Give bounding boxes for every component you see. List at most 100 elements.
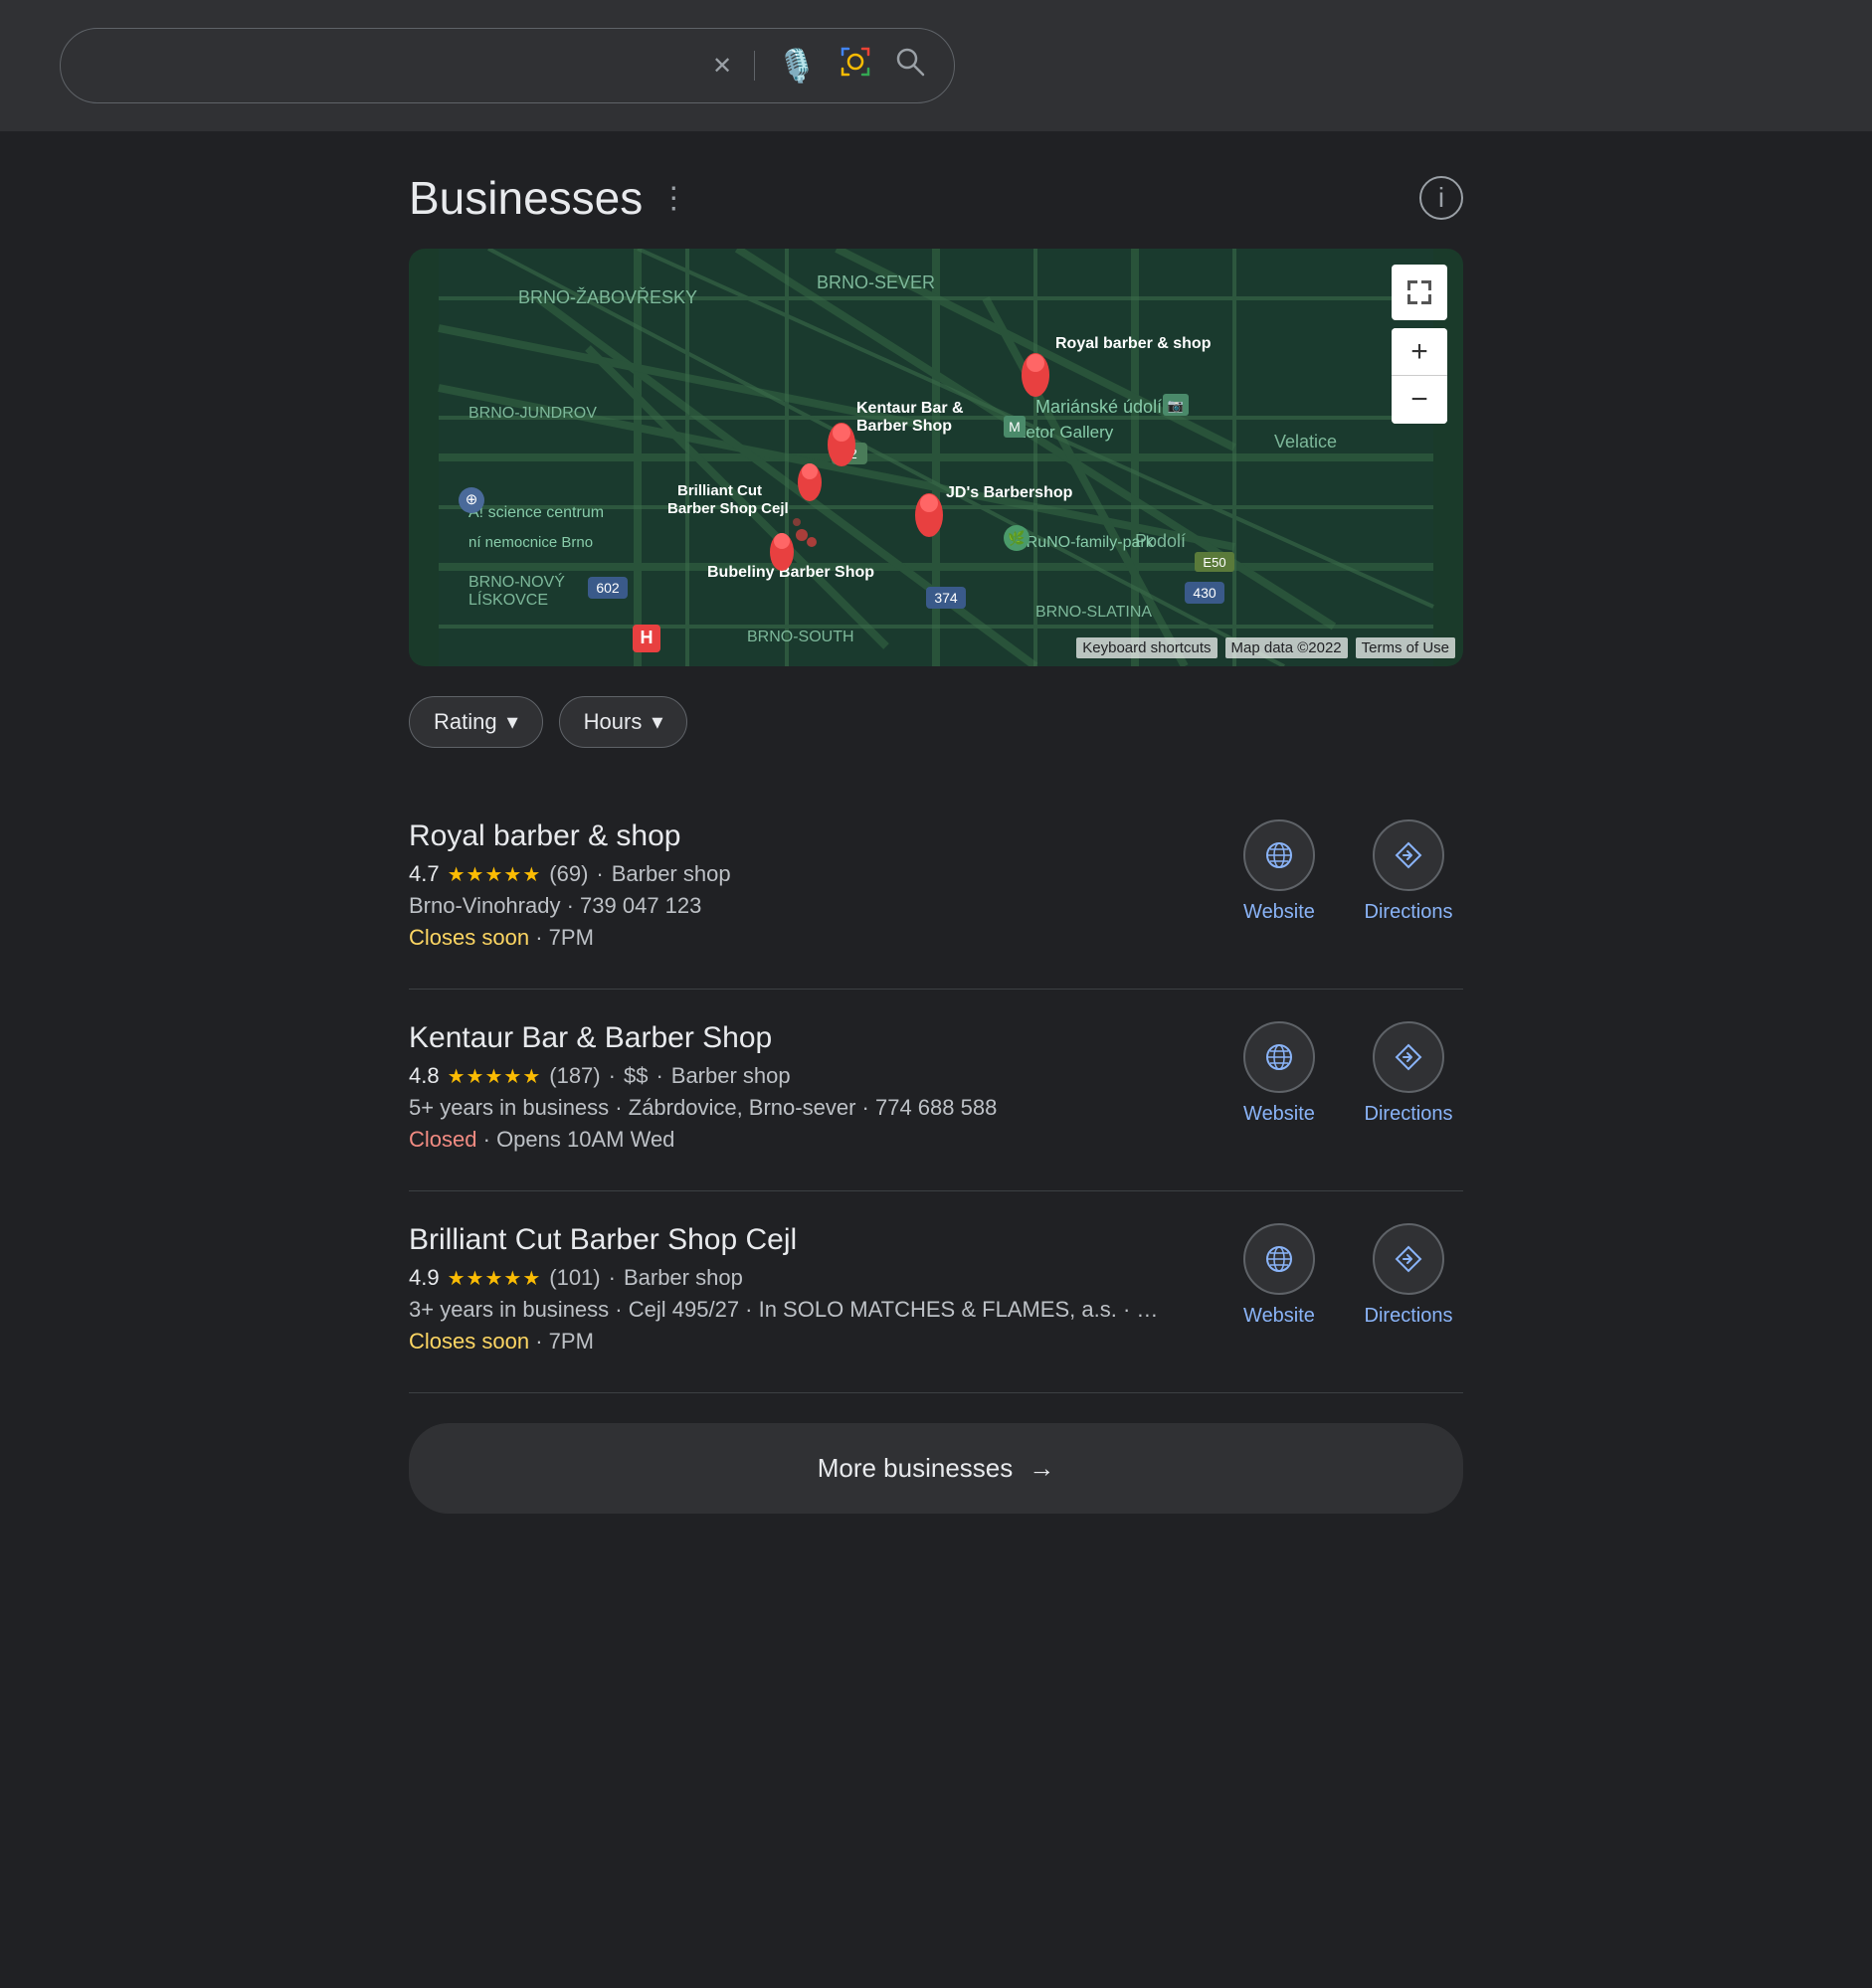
dot-separator: ·	[596, 861, 603, 887]
info-button[interactable]: i	[1419, 176, 1463, 220]
svg-text:BRNO-SEVER: BRNO-SEVER	[817, 272, 935, 292]
svg-text:374: 374	[934, 590, 958, 606]
business-details: 5+ years in business · Zábrdovice, Brno-…	[409, 1095, 1185, 1121]
rating-dropdown-icon: ▾	[507, 709, 518, 735]
website-icon-circle	[1243, 1021, 1315, 1093]
directions-button[interactable]: Directions	[1354, 1021, 1463, 1126]
rating-row: 4.7 ★★★★★ (69) · Barber shop	[409, 861, 1185, 887]
svg-text:BRNO-ŽABOVŘESKY: BRNO-ŽABOVŘESKY	[518, 287, 697, 307]
search-input[interactable]: barbershop	[89, 50, 692, 82]
main-content: Businesses ⋮ i	[409, 131, 1463, 1553]
zoom-in-button[interactable]: +	[1392, 328, 1447, 376]
clear-button[interactable]: ✕	[712, 52, 732, 81]
terms-of-use[interactable]: Terms of Use	[1356, 637, 1455, 658]
hours-filter-label: Hours	[584, 709, 643, 735]
website-icon-circle	[1243, 1223, 1315, 1295]
map-data: Map data ©2022	[1225, 637, 1348, 658]
website-button[interactable]: Website	[1224, 819, 1334, 924]
dot-sep: ·	[567, 893, 580, 918]
hours-text: 7PM	[549, 925, 594, 950]
map-controls: + −	[1392, 265, 1447, 424]
review-count: (101)	[549, 1265, 600, 1291]
directions-button[interactable]: Directions	[1354, 819, 1463, 924]
search-icon	[894, 46, 926, 86]
business-item: Brilliant Cut Barber Shop Cejl 4.9 ★★★★★…	[409, 1191, 1463, 1393]
website-button[interactable]: Website	[1224, 1223, 1334, 1328]
filter-row: Rating ▾ Hours ▾	[409, 696, 1463, 748]
directions-label: Directions	[1365, 1305, 1453, 1328]
business-status: Closes soon · 7PM	[409, 1329, 1185, 1355]
mic-button[interactable]: 🎙️	[777, 47, 817, 85]
business-item: Royal barber & shop 4.7 ★★★★★ (69) · Bar…	[409, 788, 1463, 990]
website-label: Website	[1243, 1103, 1315, 1126]
business-item: Kentaur Bar & Barber Shop 4.8 ★★★★★ (187…	[409, 990, 1463, 1191]
directions-button[interactable]: Directions	[1354, 1223, 1463, 1328]
section-header: Businesses ⋮ i	[409, 171, 1463, 225]
svg-text:Mariánské údolí: Mariánské údolí	[1035, 397, 1162, 417]
business-status: Closes soon · 7PM	[409, 925, 1185, 951]
svg-text:H: H	[641, 628, 654, 647]
business-status: Closed · Opens 10AM Wed	[409, 1127, 1185, 1153]
search-button[interactable]	[894, 46, 926, 86]
minus-icon: −	[1410, 383, 1428, 417]
price: $$	[624, 1063, 648, 1089]
review-count: (187)	[549, 1063, 600, 1089]
svg-text:Velatice: Velatice	[1274, 432, 1337, 452]
dot-separator: ·	[609, 1063, 616, 1089]
business-details: 3+ years in business · Cejl 495/27 · In …	[409, 1297, 1185, 1323]
review-count: (69)	[549, 861, 588, 887]
more-businesses-button[interactable]: More businesses →	[409, 1423, 1463, 1514]
rating-number: 4.7	[409, 861, 440, 887]
svg-text:⊕: ⊕	[466, 491, 478, 508]
svg-text:BRNO-NOVÝ: BRNO-NOVÝ	[468, 572, 565, 591]
search-bar-area: barbershop ✕ 🎙️	[0, 0, 1872, 131]
rating-row: 4.8 ★★★★★ (187) · $$ · Barber shop	[409, 1063, 1185, 1089]
zoom-out-button[interactable]: −	[1392, 376, 1447, 424]
hours-dropdown-icon: ▾	[652, 709, 662, 735]
business-actions: Website Directions	[1205, 819, 1463, 924]
zoom-controls: + −	[1392, 328, 1447, 424]
svg-text:BRuNO-family-park: BRuNO-family-park	[1016, 534, 1155, 551]
search-bar: barbershop ✕ 🎙️	[60, 28, 955, 103]
keyboard-shortcuts[interactable]: Keyboard shortcuts	[1076, 637, 1217, 658]
rating-filter[interactable]: Rating ▾	[409, 696, 543, 748]
expand-map-button[interactable]	[1392, 265, 1447, 320]
svg-text:BRNO-SOUTH: BRNO-SOUTH	[747, 629, 854, 645]
map-container[interactable]: BRNO-ŽABOVŘESKY BRNO-SEVER BRNO-JUNDROV …	[409, 249, 1463, 666]
hours-filter[interactable]: Hours ▾	[559, 696, 688, 748]
search-actions: ✕ 🎙️	[712, 45, 926, 87]
svg-text:BRNO-JUNDROV: BRNO-JUNDROV	[468, 405, 597, 422]
arrow-right-icon: →	[1029, 1453, 1054, 1484]
hours-text: Opens 10AM Wed	[496, 1127, 674, 1152]
website-label: Website	[1243, 1305, 1315, 1328]
svg-text:📷: 📷	[1168, 398, 1184, 413]
business-actions: Website Directions	[1205, 1223, 1463, 1328]
plus-icon: +	[1410, 335, 1428, 369]
svg-text:🌿: 🌿	[1008, 530, 1025, 547]
close-icon: ✕	[712, 52, 732, 81]
business-info: Kentaur Bar & Barber Shop 4.8 ★★★★★ (187…	[409, 1021, 1185, 1159]
website-label: Website	[1243, 901, 1315, 924]
stars: ★★★★★	[448, 1064, 542, 1089]
svg-text:JD's Barbershop: JD's Barbershop	[946, 484, 1073, 501]
svg-text:A! science centrum: A! science centrum	[468, 504, 604, 521]
dot-separator2: ·	[655, 1063, 662, 1089]
business-list: Royal barber & shop 4.7 ★★★★★ (69) · Bar…	[409, 788, 1463, 1393]
status-text: Closes soon	[409, 925, 529, 950]
svg-text:602: 602	[596, 580, 620, 596]
svg-text:Barber Shop Cejl: Barber Shop Cejl	[667, 500, 789, 517]
svg-text:ní nemocnice Brno: ní nemocnice Brno	[468, 534, 593, 551]
business-name: Kentaur Bar & Barber Shop	[409, 1021, 1185, 1055]
camera-button[interactable]	[839, 45, 872, 87]
business-name: Royal barber & shop	[409, 819, 1185, 853]
camera-icon	[839, 45, 872, 87]
business-info: Royal barber & shop 4.7 ★★★★★ (69) · Bar…	[409, 819, 1185, 957]
status-text: Closed	[409, 1127, 476, 1152]
website-button[interactable]: Website	[1224, 1021, 1334, 1126]
more-options-button[interactable]: ⋮	[658, 181, 688, 216]
status-text: Closes soon	[409, 1329, 529, 1354]
section-title: Businesses	[409, 171, 643, 225]
business-info: Brilliant Cut Barber Shop Cejl 4.9 ★★★★★…	[409, 1223, 1185, 1360]
svg-text:Kentaur Bar &: Kentaur Bar &	[856, 400, 964, 417]
rating-filter-label: Rating	[434, 709, 497, 735]
